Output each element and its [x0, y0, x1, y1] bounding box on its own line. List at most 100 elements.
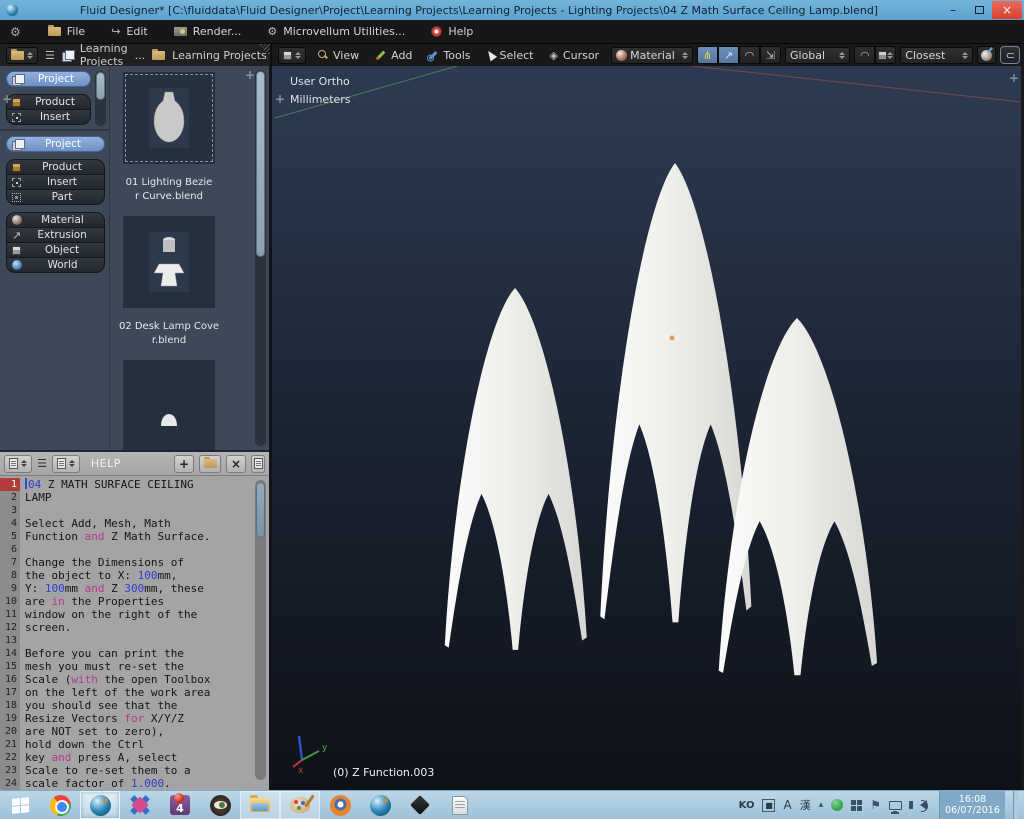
taskbar-blender-button[interactable]: [320, 791, 360, 819]
taskbar-media-player-button[interactable]: 4: [160, 791, 200, 819]
viewport-mode-dropdown[interactable]: [278, 47, 306, 64]
text-file-icon: [254, 458, 263, 469]
hamburger-menu-icon[interactable]: ☰: [45, 50, 55, 61]
proportional-paint-button[interactable]: [977, 46, 997, 64]
network-display-icon[interactable]: [889, 801, 902, 810]
taskbar-notepad-button[interactable]: [440, 791, 480, 819]
taskbar-clock[interactable]: 16:08 06/07/2016: [939, 791, 1005, 819]
menu-edit[interactable]: ↪Edit: [98, 20, 161, 43]
sidebar-item-object[interactable]: Object: [6, 242, 105, 258]
screen-dropdown-partial[interactable]: [251, 455, 265, 473]
menu-file[interactable]: File: [35, 20, 98, 43]
breadcrumb-folder[interactable]: Learning Projects -: [172, 49, 272, 62]
clip-border-button[interactable]: ⊂: [1000, 46, 1020, 64]
thumbnails-scrollbar-thumb[interactable]: [256, 71, 265, 257]
taskbar-inkscape-button[interactable]: [400, 791, 440, 819]
language-indicator[interactable]: KO: [739, 800, 755, 811]
breadcrumb-project[interactable]: Learning Projects: [80, 44, 128, 66]
thumbnail-2[interactable]: [123, 216, 215, 308]
sidebar-item-product[interactable]: Product: [6, 94, 91, 110]
sidebar-scrollbar-thumb[interactable]: [96, 72, 105, 100]
new-text-button[interactable]: +: [174, 455, 194, 473]
line-number: 22: [0, 751, 20, 764]
orientation-dropdown[interactable]: Global: [785, 47, 850, 64]
hamburger-menu-icon[interactable]: ☰: [37, 458, 47, 469]
viewport-menu-cursor[interactable]: ◈Cursor: [541, 49, 607, 62]
taskbar-fluid-designer-2-button[interactable]: [360, 791, 400, 819]
sidebar-item-world[interactable]: World: [6, 257, 105, 273]
snap-target-dropdown[interactable]: Closest: [900, 47, 973, 64]
maximize-button[interactable]: [966, 1, 992, 19]
viewport-menu-view[interactable]: View: [310, 49, 367, 62]
region-expand-icon[interactable]: +: [245, 70, 255, 80]
editor-scrollbar[interactable]: [255, 480, 266, 780]
manipulator-translate-button[interactable]: ↗: [718, 46, 739, 64]
thumbnails-scrollbar[interactable]: [255, 70, 266, 446]
line-text: on the left of the work area: [20, 686, 210, 699]
windows-tray-icon[interactable]: [851, 800, 862, 811]
menu-render-[interactable]: Render...: [161, 20, 255, 43]
sidebar-item-extrusion[interactable]: ↗Extrusion: [6, 227, 105, 243]
settings-gear-icon[interactable]: ⚙: [10, 26, 21, 38]
text-datablock-dropdown[interactable]: [52, 455, 80, 473]
thumbnail-1[interactable]: [123, 72, 215, 164]
thumbnail-3[interactable]: [123, 360, 215, 450]
taskbar-file-explorer-button[interactable]: [240, 791, 280, 819]
menu-help[interactable]: Help: [418, 20, 486, 43]
sidebar-item-product[interactable]: Product: [6, 159, 105, 175]
line-text: [20, 634, 25, 647]
menu-microvellum-utilities-[interactable]: ⚙Microvellum Utilities...: [254, 20, 418, 43]
manipulator-scale-button[interactable]: ⇲: [760, 46, 781, 64]
manipulator-rotate-button[interactable]: ◠: [739, 46, 760, 64]
sync-tray-icon[interactable]: [831, 799, 843, 811]
show-desktop-button[interactable]: [1013, 791, 1018, 819]
editor-scrollbar-thumb[interactable]: [256, 482, 265, 538]
text-datablock-name[interactable]: HELP: [85, 457, 169, 470]
main-area: ProjectProductInsert ProjectProductInser…: [0, 66, 1024, 790]
taskbar-molecule-app-button[interactable]: [120, 791, 160, 819]
minimize-button[interactable]: –: [940, 1, 966, 19]
close-button[interactable]: ×: [992, 1, 1022, 19]
ime-hanja-indicator[interactable]: 漢: [800, 797, 811, 813]
viewport-3d[interactable]: y x User Ortho Millimeters (0) Z Functio…: [272, 66, 1024, 790]
dropdown-arrows-icon: [839, 52, 845, 59]
sidebar-item-material[interactable]: Material: [6, 212, 105, 228]
ime-mode-indicator[interactable]: A: [783, 798, 791, 812]
sidebar-item-part[interactable]: Part: [6, 189, 105, 205]
viewport-menu-select[interactable]: Select: [479, 49, 542, 62]
sidebar-scrollbar[interactable]: [95, 71, 106, 126]
code-segment: screen.: [25, 621, 71, 634]
region-expand-icon[interactable]: +: [275, 94, 285, 104]
open-text-button[interactable]: [199, 455, 221, 473]
taskbar-paint-button[interactable]: [280, 791, 320, 819]
menu-label: Add: [391, 49, 412, 62]
shading-dropdown[interactable]: Material: [611, 47, 693, 64]
region-expand-icon[interactable]: +: [2, 94, 12, 104]
text-editor-body[interactable]: 104 Z MATH SURFACE CEILING2LAMP34Select …: [0, 476, 269, 790]
sidebar-item-project[interactable]: Project: [6, 71, 91, 87]
taskbar-gimp-button[interactable]: [200, 791, 240, 819]
left-column: ProjectProductInsert ProjectProductInser…: [0, 66, 272, 790]
volume-icon[interactable]: [920, 800, 927, 810]
viewport-menu-add[interactable]: Add: [367, 49, 420, 62]
taskbar-fluid-designer-button[interactable]: [80, 791, 120, 819]
action-center-flag-icon[interactable]: ⚑: [870, 798, 881, 812]
unlink-text-button[interactable]: ×: [226, 455, 246, 473]
taskbar-chrome-button[interactable]: [40, 791, 80, 819]
editor-type-dropdown[interactable]: [6, 47, 38, 64]
text-file-icon: [57, 458, 66, 469]
region-expand-icon[interactable]: +: [1009, 73, 1019, 83]
viewport-canvas: y x: [272, 66, 1021, 790]
line-text: Scale (with the open Toolbox: [20, 673, 210, 686]
ime-box-icon[interactable]: ■: [762, 799, 775, 812]
viewport-menu-tools[interactable]: Tools: [420, 49, 478, 62]
sidebar-item-insert[interactable]: Insert: [6, 174, 105, 190]
snap-element-dropdown[interactable]: [875, 46, 896, 64]
hidden-icons-chevron[interactable]: ▴: [819, 800, 824, 810]
taskbar-start-button[interactable]: [0, 791, 40, 819]
editor-type-dropdown[interactable]: [4, 455, 32, 473]
sidebar-item-insert[interactable]: Insert: [6, 109, 91, 125]
sidebar-item-project[interactable]: Project: [6, 136, 105, 152]
manipulator-axis-button[interactable]: ⋔: [697, 46, 718, 64]
snap-toggle-button[interactable]: ◠: [854, 46, 875, 64]
